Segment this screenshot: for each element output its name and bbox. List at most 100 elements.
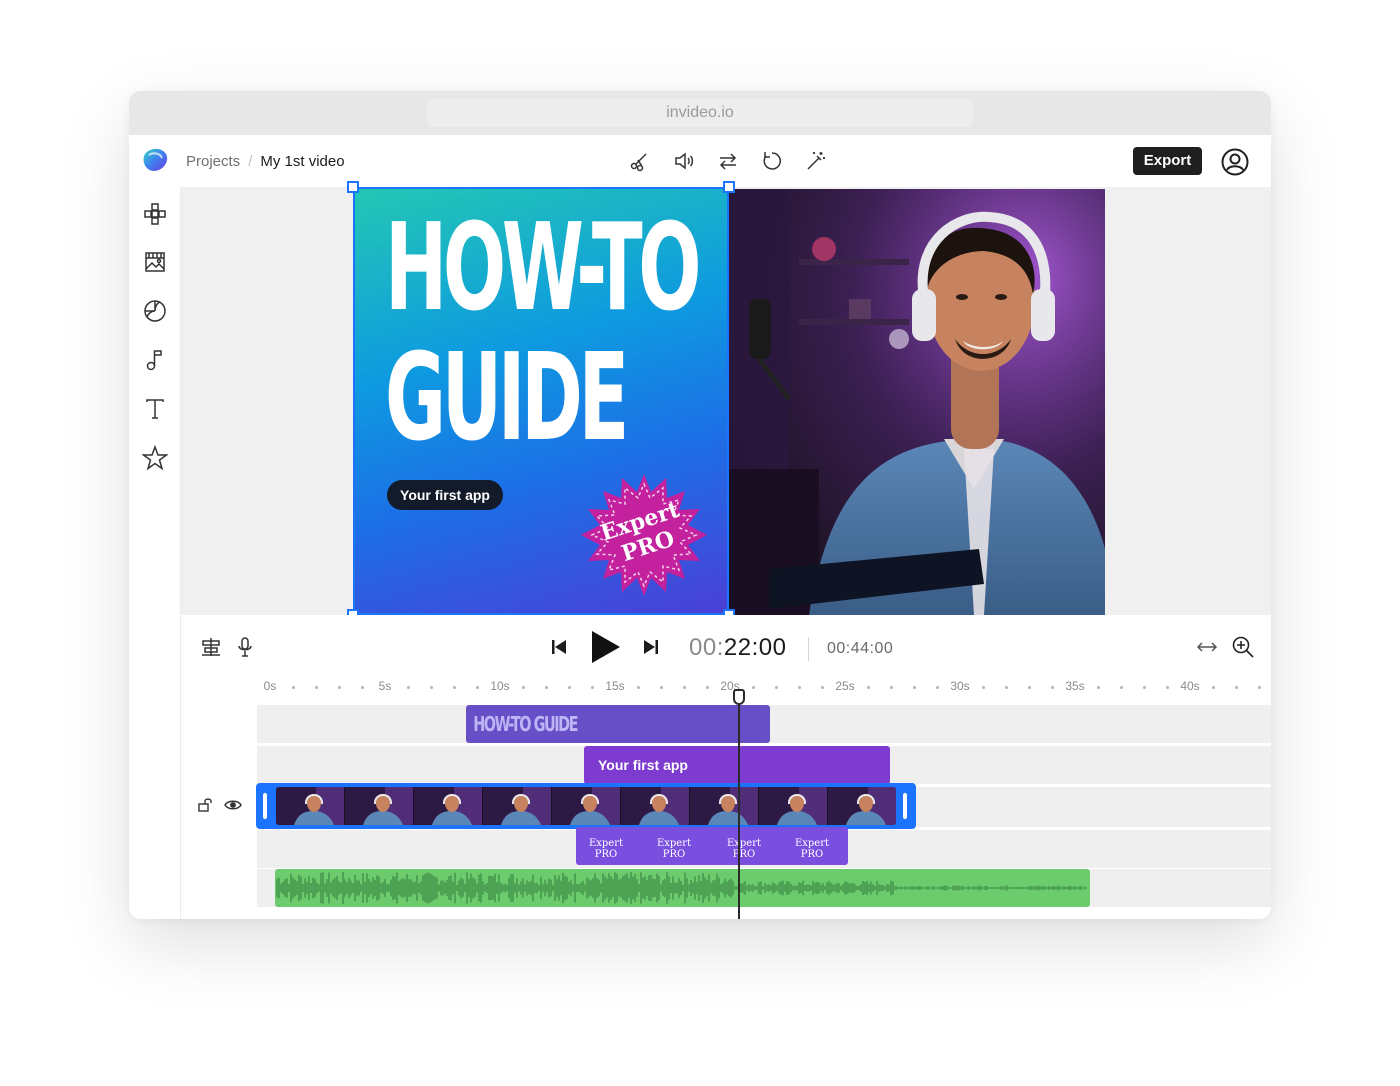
title-slide[interactable]: HOW-TO GUIDE Your first app Expert PRO (353, 189, 729, 615)
edit-toolbar (625, 146, 831, 176)
current-time-main: 22:00 (723, 634, 787, 661)
ruler-label: 35s (1065, 679, 1085, 693)
sticker-line-1: Expert (588, 838, 624, 849)
swap-icon[interactable] (713, 146, 743, 176)
ruler-tick (775, 686, 778, 689)
timeline-tracks-icon[interactable] (199, 635, 223, 659)
zoom-in-icon[interactable] (1229, 633, 1257, 661)
video-thumbnail (828, 787, 896, 825)
ruler-tick (752, 686, 755, 689)
ruler-tick (660, 686, 663, 689)
ruler-tick (338, 686, 341, 689)
playhead-line (738, 698, 740, 919)
sticker-line-2: PRO (732, 849, 756, 860)
invideo-logo[interactable] (141, 146, 169, 174)
ruler-tick (706, 686, 709, 689)
video-thumbnail (552, 787, 620, 825)
audio-clip[interactable] (275, 869, 1090, 907)
unlock-icon[interactable] (195, 886, 215, 906)
media-icon[interactable] (140, 247, 170, 277)
video-thumbnail (621, 787, 689, 825)
rotate-icon[interactable] (757, 146, 787, 176)
video-frame-photo[interactable] (729, 189, 1105, 615)
trim-handle-right[interactable] (903, 793, 907, 819)
ruler-tick (913, 686, 916, 689)
microphone-icon[interactable] (233, 635, 257, 659)
ruler-tick (361, 686, 364, 689)
sticker-thumb: Expert PRO (786, 832, 838, 866)
playhead-handle[interactable] (733, 689, 745, 705)
ruler-label: 0s (263, 679, 277, 693)
sticker-line-2: PRO (662, 849, 686, 860)
star-icon[interactable] (140, 443, 170, 473)
ruler-tick (1097, 686, 1100, 689)
sticker-thumb: Expert PRO (718, 832, 770, 866)
ruler-tick (430, 686, 433, 689)
title-clip[interactable]: HOW-TO GUIDE (466, 705, 770, 743)
title-line-1: HOW-TO (385, 199, 701, 338)
expert-pro-badge[interactable]: Expert PRO (579, 470, 709, 600)
time-ruler[interactable]: 0s 5s 10s 15s 20s 25s 30s 35s 40s (257, 675, 1271, 697)
skip-forward-icon[interactable] (639, 635, 663, 659)
music-icon[interactable] (140, 345, 170, 375)
current-time-prefix: 00: (689, 634, 724, 661)
text-icon[interactable] (140, 394, 170, 424)
url-bar[interactable]: invideo.io (427, 99, 973, 127)
ruler-tick (545, 686, 548, 689)
video-clip[interactable] (256, 783, 916, 829)
preview-canvas: HOW-TO GUIDE Your first app Expert PRO (181, 181, 1271, 621)
shapes-icon[interactable] (140, 296, 170, 326)
trim-handle-left[interactable] (263, 793, 267, 819)
eye-icon[interactable] (223, 795, 243, 815)
sticker-line-1: Expert (794, 838, 830, 849)
skip-back-icon[interactable] (547, 635, 571, 659)
ruler-tick (453, 686, 456, 689)
current-time: 00:22:00 (689, 634, 786, 662)
ruler-label: 25s (835, 679, 855, 693)
video-thumbnail (414, 787, 482, 825)
text-clip[interactable]: Your first app (584, 746, 890, 784)
ruler-tick (982, 686, 985, 689)
video-thumbnail (690, 787, 758, 825)
ruler-tick (890, 686, 893, 689)
resize-handle-top-left[interactable] (347, 181, 359, 193)
fit-width-icon[interactable] (1193, 635, 1221, 659)
resize-handle-top-right[interactable] (723, 181, 735, 193)
ruler-tick (637, 686, 640, 689)
volume-icon[interactable] (669, 146, 699, 176)
browser-bar: invideo.io (129, 91, 1271, 135)
app-header: Projects / My 1st video Export (129, 135, 1271, 187)
ruler-tick (407, 686, 410, 689)
lock-open-icon[interactable] (195, 795, 215, 815)
elements-icon[interactable] (140, 199, 170, 229)
ruler-tick (292, 686, 295, 689)
ruler-tick (683, 686, 686, 689)
ruler-tick (936, 686, 939, 689)
scissors-icon[interactable] (625, 146, 655, 176)
breadcrumb-current: My 1st video (260, 152, 345, 170)
sticker-clip[interactable]: Expert PRO Expert PRO Expert PRO Expert PRO (576, 827, 848, 865)
sticker-thumb: Expert PRO (580, 832, 632, 866)
ruler-tick (1051, 686, 1054, 689)
title-clip-label: HOW-TO GUIDE (473, 712, 578, 736)
left-sidebar (129, 187, 181, 919)
ruler-tick (867, 686, 870, 689)
ruler-tick (1120, 686, 1123, 689)
subtitle-pill: Your first app (387, 480, 503, 510)
ruler-tick (1235, 686, 1238, 689)
video-thumbnail (483, 787, 551, 825)
play-icon[interactable] (585, 627, 625, 667)
user-circle-icon[interactable] (1220, 147, 1250, 177)
ruler-tick (522, 686, 525, 689)
sticker-line-2: PRO (594, 849, 618, 860)
video-thumbnails (276, 787, 896, 825)
sticker-line-2: PRO (800, 849, 824, 860)
video-thumbnail (759, 787, 827, 825)
export-button[interactable]: Export (1133, 147, 1202, 175)
audio-waveform (276, 872, 1086, 904)
magic-wand-icon[interactable] (801, 146, 831, 176)
breadcrumb-separator: / (248, 152, 253, 170)
ruler-tick (1258, 686, 1261, 689)
breadcrumb-projects[interactable]: Projects (186, 153, 240, 170)
ruler-tick (798, 686, 801, 689)
